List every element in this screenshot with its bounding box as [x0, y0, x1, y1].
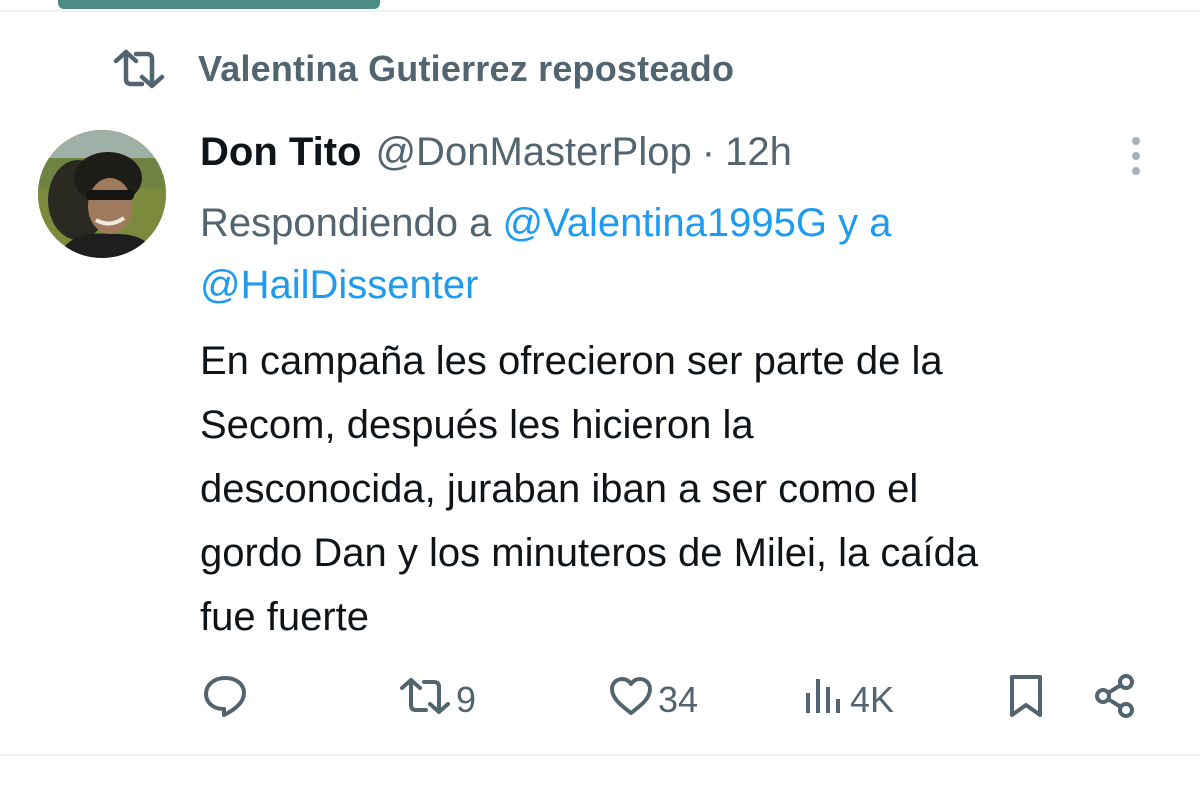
heart-icon — [608, 675, 654, 726]
views-icon — [802, 675, 846, 726]
tweet-line: En campaña les ofrecieron ser parte de l… — [200, 339, 943, 383]
views-button[interactable]: 4K — [802, 672, 894, 728]
author-handle[interactable]: @DonMasterPlop — [375, 130, 691, 175]
tweet-body: En campaña les ofrecieron ser parte de l… — [200, 329, 1160, 649]
share-button[interactable] — [1092, 672, 1138, 728]
bookmark-button[interactable] — [1006, 672, 1046, 728]
repost-context[interactable]: Valentina Gutierrez reposteado — [112, 46, 734, 92]
tweet-line: Secom, después les hicieron la — [200, 403, 754, 447]
views-count: 4K — [850, 679, 895, 720]
like-button[interactable]: 34 — [608, 672, 698, 728]
bottom-divider — [0, 754, 1200, 756]
bookmark-icon — [1006, 673, 1046, 728]
share-icon — [1092, 673, 1138, 728]
retweet-icon — [398, 676, 452, 725]
replying-to-prefix: Respondiendo a — [200, 201, 503, 245]
mention-link[interactable]: @HailDissenter — [200, 263, 478, 307]
repost-label[interactable]: Valentina Gutierrez reposteado — [198, 48, 734, 90]
mention-link[interactable]: @Valentina1995G — [502, 201, 827, 245]
repost-icon — [112, 49, 166, 89]
reply-button[interactable] — [202, 672, 248, 728]
separator-dot: · — [701, 129, 716, 174]
reply-icon — [202, 673, 248, 728]
replying-to: Respondiendo a @Valentina1995G y a @Hail… — [200, 192, 1140, 316]
tweet-line: desconocida, juraban iban a ser como el — [200, 467, 919, 511]
tweet-line: gordo Dan y los minuteros de Milei, la c… — [200, 531, 979, 575]
like-count: 34 — [658, 679, 699, 720]
author-row: Don Tito @DonMasterPlop · 12h — [200, 126, 792, 178]
more-options-icon[interactable] — [1116, 132, 1156, 180]
retweet-count: 9 — [456, 679, 477, 720]
tab-indicator — [58, 0, 380, 9]
avatar[interactable] — [38, 130, 166, 258]
tweet-line: fue fuerte — [200, 595, 370, 639]
timestamp[interactable]: 12h — [725, 130, 792, 175]
action-bar: 9 34 4K — [200, 672, 1150, 728]
author-name[interactable]: Don Tito — [200, 130, 361, 175]
retweet-button[interactable]: 9 — [398, 672, 476, 728]
replying-to-joiner: y a — [827, 201, 892, 245]
